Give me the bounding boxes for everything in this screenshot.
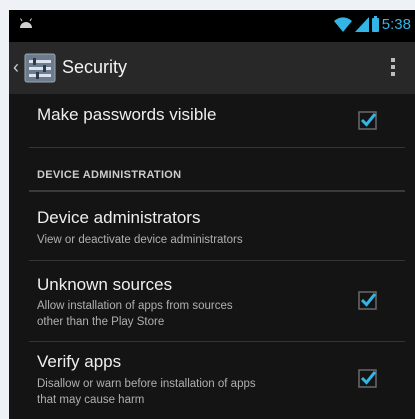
action-bar: ‹ Security — [9, 42, 415, 94]
settings-app-icon[interactable] — [24, 53, 56, 83]
section-header: DEVICE ADMINISTRATION — [37, 169, 182, 181]
battery-icon — [372, 16, 379, 32]
setting-title: Make passwords visible — [37, 105, 217, 124]
setting-summary: that may cause harm — [37, 394, 145, 406]
setting-title: Verify apps — [37, 352, 122, 371]
setting-title: Unknown sources — [37, 275, 173, 294]
checkbox-checked-icon[interactable] — [357, 290, 379, 312]
divider — [29, 341, 405, 342]
setting-summary: Disallow or warn before installation of … — [37, 378, 256, 390]
status-bar: 5:38 — [9, 10, 415, 42]
section-divider — [29, 190, 405, 192]
wifi-icon — [334, 17, 352, 32]
divider — [29, 147, 405, 148]
status-time: 5:38 — [381, 16, 411, 33]
back-icon[interactable]: ‹ — [13, 57, 19, 78]
signal-icon — [355, 17, 369, 32]
setting-summary: View or deactivate device administrators — [37, 234, 243, 246]
checkbox-checked-icon[interactable] — [357, 110, 379, 132]
overflow-menu-icon[interactable] — [389, 58, 397, 80]
page-title: Security — [62, 57, 128, 77]
checkbox-checked-icon[interactable] — [357, 368, 379, 390]
setting-summary: other than the Play Store — [37, 316, 165, 328]
android-icon — [20, 18, 32, 28]
divider — [29, 260, 405, 261]
setting-summary: Allow installation of apps from sources — [37, 300, 233, 312]
phone-screen: 5:38 ‹ Security Make passwords visible D… — [9, 10, 415, 419]
setting-title: Device administrators — [37, 208, 201, 227]
